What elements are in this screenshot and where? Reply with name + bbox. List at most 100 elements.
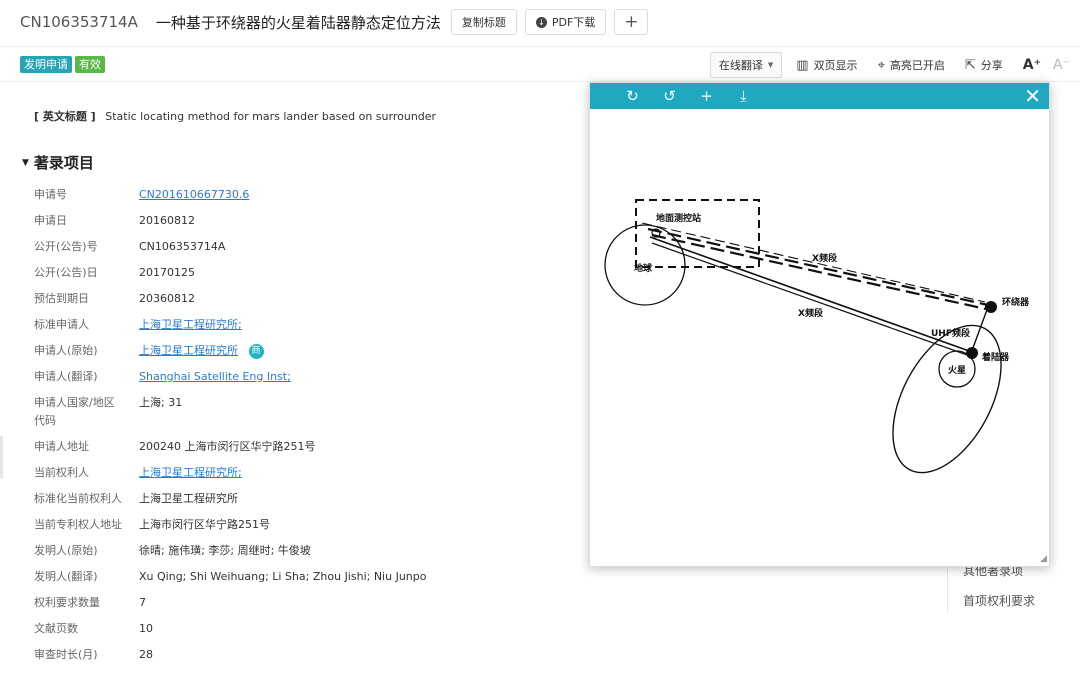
english-title-label: [ 英文标题 ] <box>34 110 96 123</box>
x-band-solid-1 <box>649 236 973 353</box>
field-value: 上海市闵行区华宁路251号 <box>139 518 270 531</box>
application-number-link[interactable]: CN201610667730.6 <box>139 186 249 212</box>
business-info-badge[interactable]: 商 <box>248 343 264 359</box>
dual-page-label: 双页显示 <box>813 59 858 72</box>
field-label: 申请人国家/地区代码 <box>34 396 115 427</box>
field-label: 审查时长(月) <box>34 648 98 661</box>
label-uhf: UHF频段 <box>931 327 971 339</box>
biblio-list: 申请号 CN201610667730.6 申请日 20160812 公开(公告)… <box>34 186 594 672</box>
field-label: 申请人(翻译) <box>34 370 98 383</box>
share-button[interactable]: ⇱ 分享 <box>965 57 1003 73</box>
field-label: 发明人(翻译) <box>34 570 98 583</box>
patent-type-badge: 发明申请 <box>20 55 72 73</box>
resize-handle-icon[interactable]: ◢ <box>1040 554 1047 564</box>
pin-icon: ⌖ <box>877 57 885 73</box>
translate-dropdown[interactable]: 在线翻译 ▼ <box>709 52 783 78</box>
font-decrease-button[interactable]: A⁻ <box>1053 57 1070 73</box>
field-label: 公开(公告)号 <box>34 240 98 253</box>
biblio-row-translated-inventors: 发明人(翻译) Xu Qing; Shi Weihuang; Li Sha; Z… <box>34 568 594 594</box>
document-title: 一种基于环绕器的火星着陆器静态定位方法 <box>155 13 441 32</box>
standard-applicant-link[interactable]: 上海卫星工程研究所; <box>139 316 242 342</box>
close-icon[interactable]: ✕ <box>1024 84 1041 108</box>
field-label: 当前专利权人地址 <box>34 518 122 531</box>
legal-status-badge: 有效 <box>75 55 105 73</box>
label-earth: 地球 <box>634 262 653 274</box>
label-x-band-lower: X频段 <box>798 307 824 319</box>
biblio-row-application-date: 申请日 20160812 <box>34 212 594 238</box>
english-title-value: Static locating method for mars lander b… <box>105 110 437 123</box>
field-label: 发明人(原始) <box>34 544 98 557</box>
biblio-row-standard-owner: 标准化当前权利人 上海卫星工程研究所 <box>34 490 594 516</box>
nav-first-claim[interactable]: 首项权利要求 <box>948 586 1080 616</box>
lander-marker <box>966 347 978 359</box>
left-scroll-handle[interactable] <box>0 436 3 478</box>
biblio-row-translated-applicant: 申请人(翻译) Shanghai Satellite Eng Inst; <box>34 368 594 394</box>
ground-station-box <box>635 199 760 268</box>
download-icon: ↓ <box>535 16 547 28</box>
field-value: 徐晴; 施伟璜; 李莎; 周继时; 牛俊坡 <box>139 544 311 557</box>
original-applicant-link[interactable]: 上海卫星工程研究所 <box>139 344 238 357</box>
current-owner-link[interactable]: 上海卫星工程研究所; <box>139 464 242 490</box>
field-label: 申请人(原始) <box>34 344 98 357</box>
biblio-row-original-inventors: 发明人(原始) 徐晴; 施伟璜; 李莎; 周继时; 牛俊坡 <box>34 542 594 568</box>
font-increase-button[interactable]: A⁺ <box>1023 57 1041 73</box>
field-value: 10 <box>139 622 153 635</box>
biblio-row-applicant-address: 申请人地址 200240 上海市闵行区华宁路251号 <box>34 438 594 464</box>
biblio-row-page-count: 文献页数 10 <box>34 620 594 646</box>
translate-label: 在线翻译 <box>718 59 763 72</box>
field-value: 20160812 <box>139 214 195 227</box>
caret-down-icon: ▼ <box>767 61 774 69</box>
field-label: 申请人地址 <box>34 440 89 453</box>
caret-down-icon: ▼ <box>22 157 29 168</box>
field-value: CN106353714A <box>139 240 226 253</box>
field-label: 申请号 <box>34 188 67 201</box>
label-lander: 着陆器 <box>981 351 1010 363</box>
biblio-section-header[interactable]: ▼ 著录项目 <box>22 152 94 173</box>
zoom-in-icon[interactable]: + <box>688 87 725 105</box>
biblio-row-publication-no: 公开(公告)号 CN106353714A <box>34 238 594 264</box>
highlight-label: 高亮已开启 <box>889 59 945 72</box>
biblio-row-original-applicant: 申请人(原始) 上海卫星工程研究所 商 <box>34 342 594 368</box>
pdf-download-label: PDF下载 <box>551 16 596 29</box>
viewer-toolbar: ↻ ↺ + ⤓ ✕ <box>590 83 1049 109</box>
label-mars: 火星 <box>948 365 966 376</box>
book-icon: ▥ <box>796 57 809 73</box>
x-band-solid-2 <box>651 242 971 357</box>
download-icon[interactable]: ⤓ <box>725 87 762 105</box>
pdf-download-button[interactable]: ↓ PDF下载 <box>524 9 607 35</box>
label-orbiter: 环绕器 <box>1002 296 1030 308</box>
field-label: 申请日 <box>34 214 67 227</box>
dual-page-toggle[interactable]: ▥ 双页显示 <box>796 57 857 73</box>
rotate-cw-icon[interactable]: ↻ <box>614 87 651 105</box>
field-label: 当前权利人 <box>34 466 89 479</box>
label-ground-station: 地面测控站 <box>656 212 701 224</box>
add-button[interactable]: + <box>614 9 649 35</box>
translated-applicant-link[interactable]: Shanghai Satellite Eng Inst; <box>139 368 291 394</box>
top-header: CN106353714A 一种基于环绕器的火星着陆器静态定位方法 复制标题 ↓ … <box>0 0 1080 44</box>
field-label: 标准申请人 <box>34 318 89 331</box>
biblio-row-standard-applicant: 标准申请人 上海卫星工程研究所; <box>34 316 594 342</box>
field-value-wrap: 上海卫星工程研究所 商 <box>139 342 264 368</box>
highlight-toggle[interactable]: ⌖ 高亮已开启 <box>878 57 945 73</box>
biblio-row-publication-date: 公开(公告)日 20170125 <box>34 264 594 290</box>
share-icon: ⇱ <box>964 57 976 73</box>
figure-viewer: ↻ ↺ + ⤓ ✕ 地面测控站 地球 X频段 X频段 环绕器 UHF频段 着陆器… <box>589 82 1050 567</box>
biblio-row-current-owner: 当前权利人 上海卫星工程研究所; <box>34 464 594 490</box>
field-value: 28 <box>139 648 153 661</box>
copy-title-button[interactable]: 复制标题 <box>450 9 517 35</box>
biblio-row-claims-count: 权利要求数量 7 <box>34 594 594 620</box>
rotate-ccw-icon[interactable]: ↺ <box>651 87 688 105</box>
share-label: 分享 <box>980 59 1003 72</box>
field-value: 上海; 31 <box>139 396 183 409</box>
field-label: 文献页数 <box>34 622 78 635</box>
label-x-band-upper: X频段 <box>812 252 838 264</box>
view-tools: 在线翻译 ▼ ▥ 双页显示 ⌖ 高亮已开启 ⇱ 分享 A⁺ A⁻ <box>709 51 1070 79</box>
publication-number: CN106353714A <box>20 13 138 31</box>
field-label: 预估到期日 <box>34 292 89 305</box>
english-title: [ 英文标题 ] Static locating method for mars… <box>34 108 436 124</box>
field-label: 公开(公告)日 <box>34 266 98 279</box>
patent-figure: 地面测控站 地球 X频段 X频段 环绕器 UHF频段 着陆器 火星 <box>604 199 1030 474</box>
biblio-row-country-code: 申请人国家/地区代码 上海; 31 <box>34 394 594 438</box>
field-value: 20360812 <box>139 292 195 305</box>
field-label: 权利要求数量 <box>34 596 100 609</box>
